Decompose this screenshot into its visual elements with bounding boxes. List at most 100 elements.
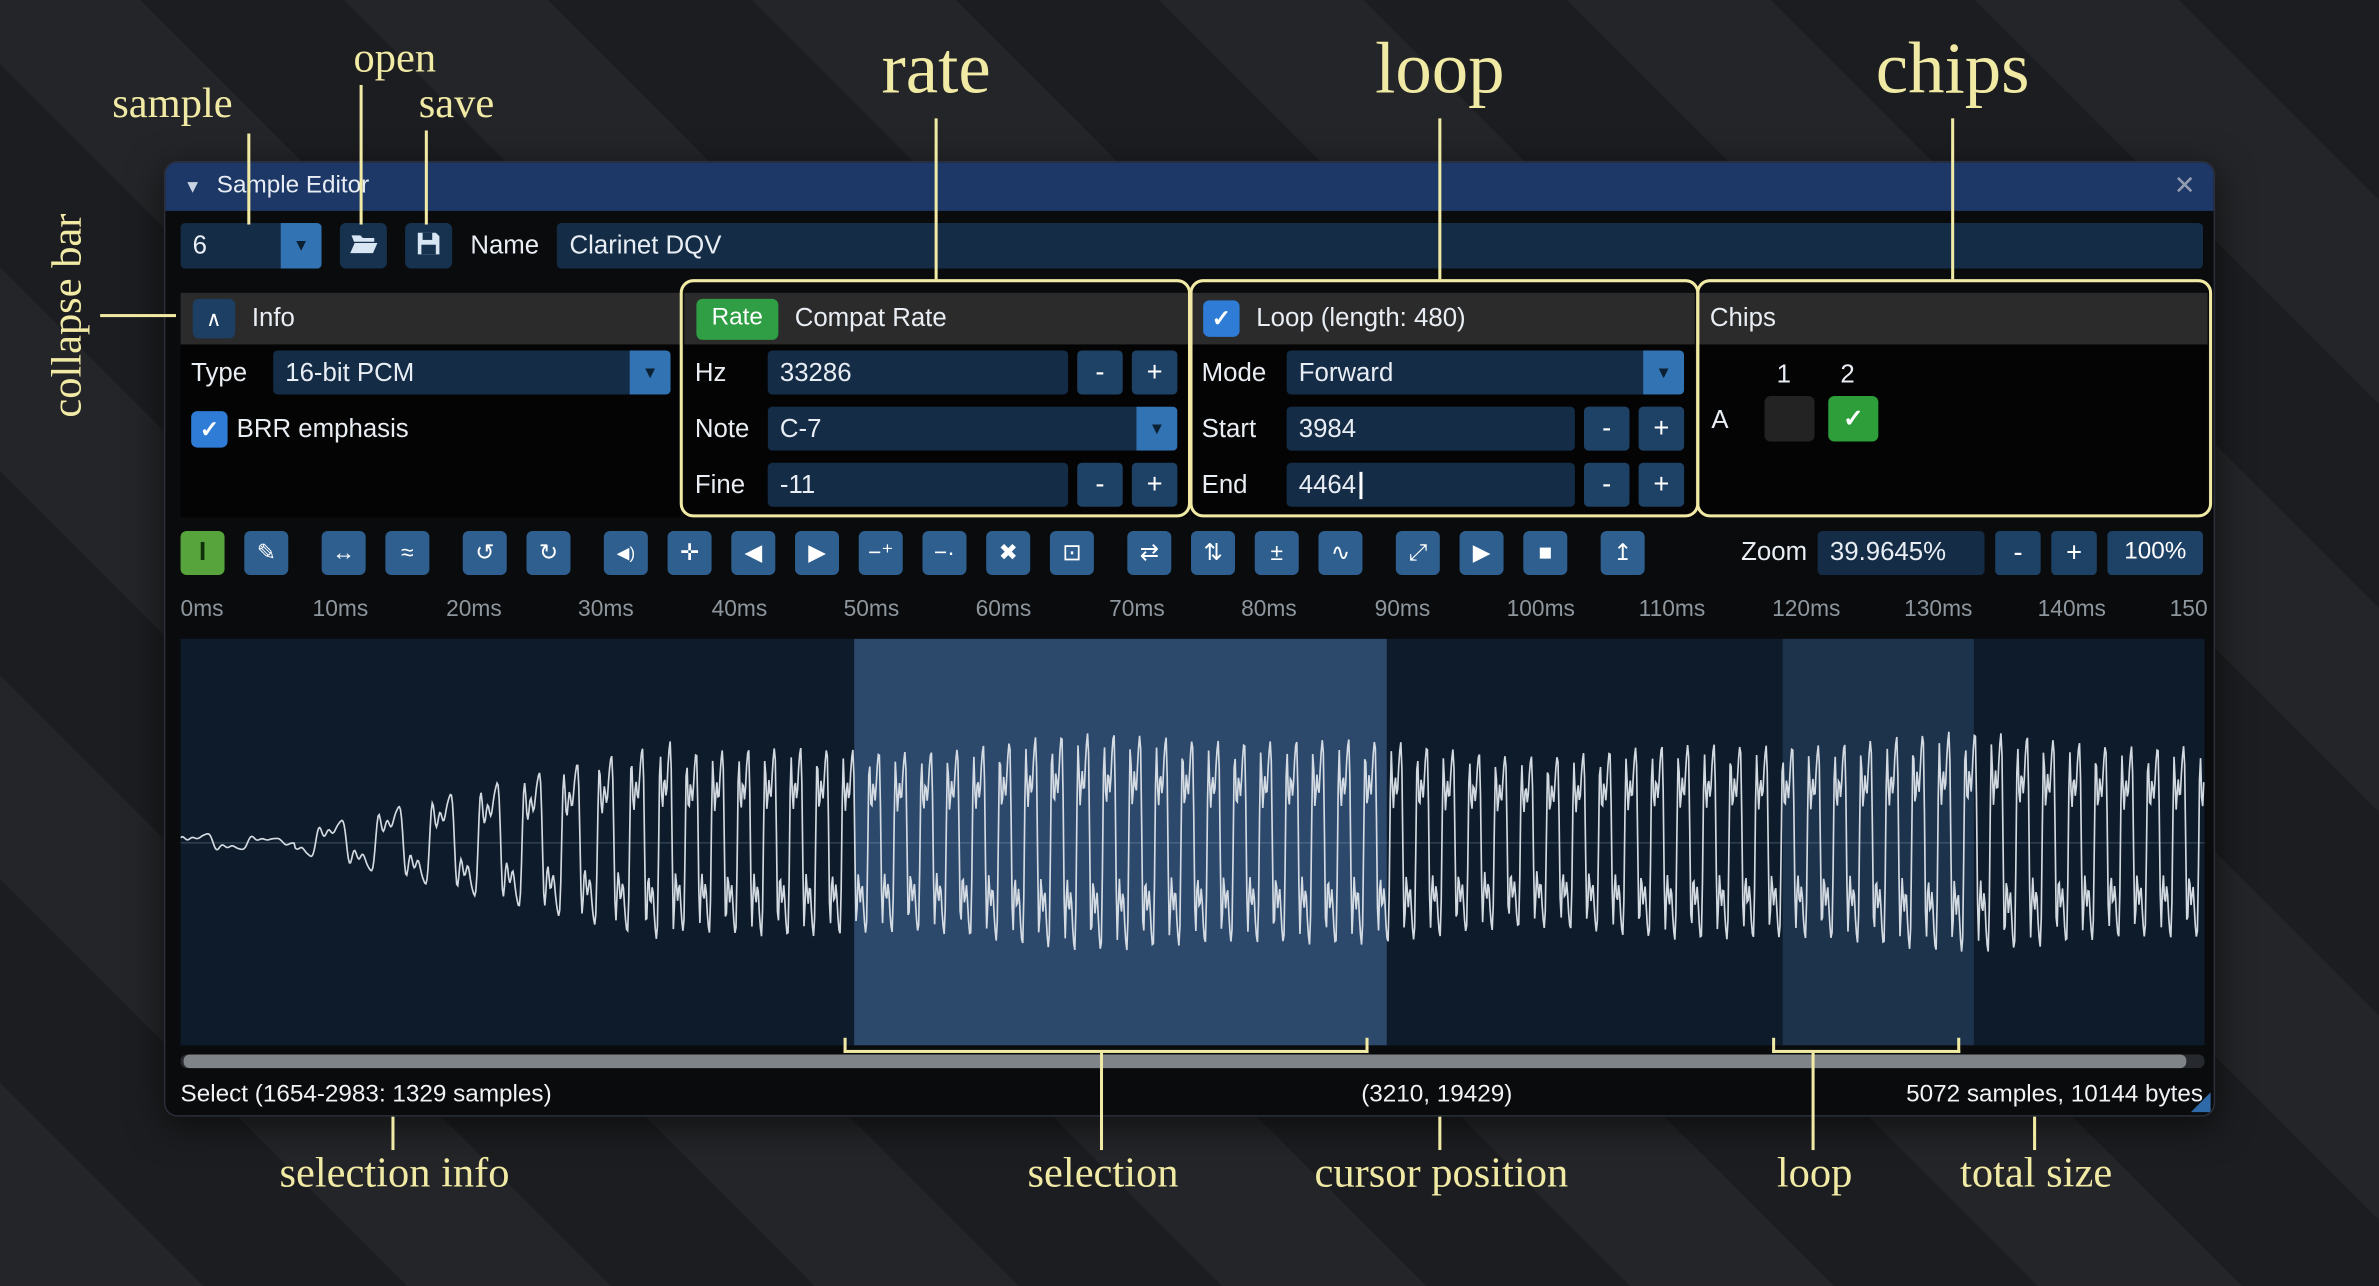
sine-wave-icon: ∿ [1331, 539, 1350, 566]
titlebar[interactable]: ▼ Sample Editor ✕ [165, 162, 2213, 211]
play-icon: ▶ [1473, 539, 1491, 566]
floppy-save-icon [414, 229, 443, 262]
upload-wavetable-button[interactable]: ↥ [1601, 530, 1645, 574]
page-background: sample open save rate loop chips collaps… [0, 0, 2379, 1286]
left-triangle-icon: ◀ [745, 539, 763, 566]
redo-button[interactable]: ↻ [526, 530, 570, 574]
resize-button[interactable]: ↔ [322, 530, 366, 574]
time-ruler[interactable]: 0ms 10ms 20ms 30ms 40ms 50ms 60ms 70ms 8… [165, 590, 2213, 632]
annotation-line-loop-bottom [1812, 1053, 1815, 1150]
annotation-line-sample [247, 134, 250, 225]
annotation-bracket-loop [1772, 1038, 1960, 1053]
reverse-button[interactable]: ⇄ [1127, 530, 1171, 574]
annotation-line-cursor [1438, 1117, 1441, 1150]
ruler-tick-label: 50ms [844, 596, 900, 622]
annotation-chips: chips [1876, 27, 2030, 110]
zoom-input[interactable]: 39.9645% [1818, 530, 1985, 574]
annotation-line-total-size [2033, 1117, 2036, 1150]
resize-icon: ↔ [332, 539, 355, 565]
waveform-canvas[interactable] [181, 639, 2205, 1046]
undo-button[interactable]: ↺ [463, 530, 507, 574]
check-icon: ✓ [200, 415, 219, 442]
ruler-tick-label: 0ms [181, 596, 224, 622]
arrows-out-icon: ✛ [680, 539, 699, 566]
play-button[interactable]: ▶ [1460, 530, 1504, 574]
select-tool-button[interactable]: I [181, 530, 225, 574]
annotation-selection-info: selection info [279, 1150, 509, 1199]
ruler-tick-label: 110ms [1639, 596, 1706, 622]
window-collapse-icon[interactable]: ▼ [184, 176, 202, 197]
redo-icon: ↻ [539, 539, 558, 566]
ruler-tick-label: 130ms [1904, 596, 1972, 622]
close-icon[interactable]: ✕ [2174, 171, 2196, 201]
ruler-tick-label: 120ms [1772, 596, 1840, 622]
apply-silence-button[interactable]: −· [922, 530, 966, 574]
annotation-collapse-bar: collapse bar [44, 214, 93, 418]
sample-number-select[interactable]: 6 ▼ [181, 223, 322, 269]
right-triangle-icon: ▶ [808, 539, 826, 566]
brr-emphasis-checkbox[interactable]: ✓ [191, 410, 227, 446]
fade-out-button[interactable]: ▶ [795, 530, 839, 574]
zoom-out-button[interactable]: - [1995, 530, 2041, 574]
zoom-controls: Zoom 39.9645% - + 100% [1741, 530, 2203, 574]
dash-dot-icon: −· [934, 539, 955, 565]
annotation-line-rate [935, 118, 938, 279]
annotation-line-selection-info [391, 1117, 394, 1150]
zoom-reset-button[interactable]: 100% [2108, 530, 2203, 574]
upload-icon: ↥ [1613, 539, 1632, 566]
annotation-line-collapse-bar [100, 314, 176, 317]
sample-toolbar: I ✎ ↔ ≈ ↺ ↻ ◀) ✛ ◀ ▶ −⁺ −· ✖ ⊡ ⇄ ⇅ ± ∿ ⤢… [181, 530, 2203, 576]
scrollbar-thumb[interactable] [184, 1054, 2187, 1068]
type-select[interactable]: 16-bit PCM ▼ [273, 350, 671, 394]
stop-icon: ■ [1538, 539, 1552, 565]
crossed-arrows-icon: ⤢ [1409, 539, 1427, 565]
ibeam-cursor-icon: I [199, 537, 206, 567]
annotation-save: save [419, 80, 495, 129]
annotation-box-chips [1696, 279, 2212, 517]
amplify-button[interactable]: ◀) [604, 530, 648, 574]
invert-button[interactable]: ⇅ [1191, 530, 1235, 574]
plus-minus-icon: ± [1270, 539, 1282, 565]
info-header: ∧ Info [181, 293, 682, 345]
fade-in-button[interactable]: ◀ [731, 530, 775, 574]
resample-icon: ≈ [401, 539, 413, 565]
name-input[interactable]: Clarinet DQV [557, 223, 2203, 269]
chevron-down-icon[interactable]: ▼ [630, 350, 671, 394]
info-title: Info [252, 303, 295, 333]
resample-button[interactable]: ≈ [385, 530, 429, 574]
ruler-tick-label: 20ms [446, 596, 502, 622]
status-bar: Select (1654-2983: 1329 samples) (3210, … [181, 1073, 2203, 1117]
resize-grip[interactable] [2191, 1092, 2211, 1112]
delete-button[interactable]: ✖ [986, 530, 1030, 574]
trim-button[interactable]: ⊡ [1050, 530, 1094, 574]
ruler-tick-label: 70ms [1109, 596, 1165, 622]
zoom-value: 39.9645% [1830, 537, 1946, 567]
waveform-svg [181, 639, 2205, 1046]
annotation-line-save [425, 130, 428, 224]
ruler-tick-label: 60ms [976, 596, 1032, 622]
name-label: Name [470, 231, 539, 261]
chevron-down-icon[interactable]: ▼ [281, 223, 322, 269]
undo-icon: ↺ [475, 539, 494, 566]
folder-open-icon [348, 228, 378, 263]
waveform-scrollbar[interactable] [181, 1054, 2205, 1068]
crossfade-loop-button[interactable]: ⤢ [1396, 530, 1440, 574]
insert-silence-button[interactable]: −⁺ [859, 530, 903, 574]
filter-button[interactable]: ∿ [1318, 530, 1362, 574]
ruler-tick-label: 40ms [712, 596, 768, 622]
name-value: Clarinet DQV [570, 231, 722, 261]
annotation-box-rate [680, 279, 1191, 517]
open-button[interactable] [340, 223, 387, 269]
annotation-rate: rate [882, 27, 991, 110]
stop-button[interactable]: ■ [1523, 530, 1567, 574]
ruler-tick-label: 10ms [313, 596, 369, 622]
sign-button[interactable]: ± [1255, 530, 1299, 574]
updown-arrows-icon: ⇅ [1203, 539, 1222, 566]
ruler-tick-label: 80ms [1241, 596, 1297, 622]
normalize-button[interactable]: ✛ [668, 530, 712, 574]
collapse-bar-button[interactable]: ∧ [193, 299, 235, 338]
zoom-in-button[interactable]: + [2051, 530, 2097, 574]
type-label: Type [191, 357, 264, 387]
draw-tool-button[interactable]: ✎ [244, 530, 288, 574]
save-button[interactable] [405, 223, 452, 269]
